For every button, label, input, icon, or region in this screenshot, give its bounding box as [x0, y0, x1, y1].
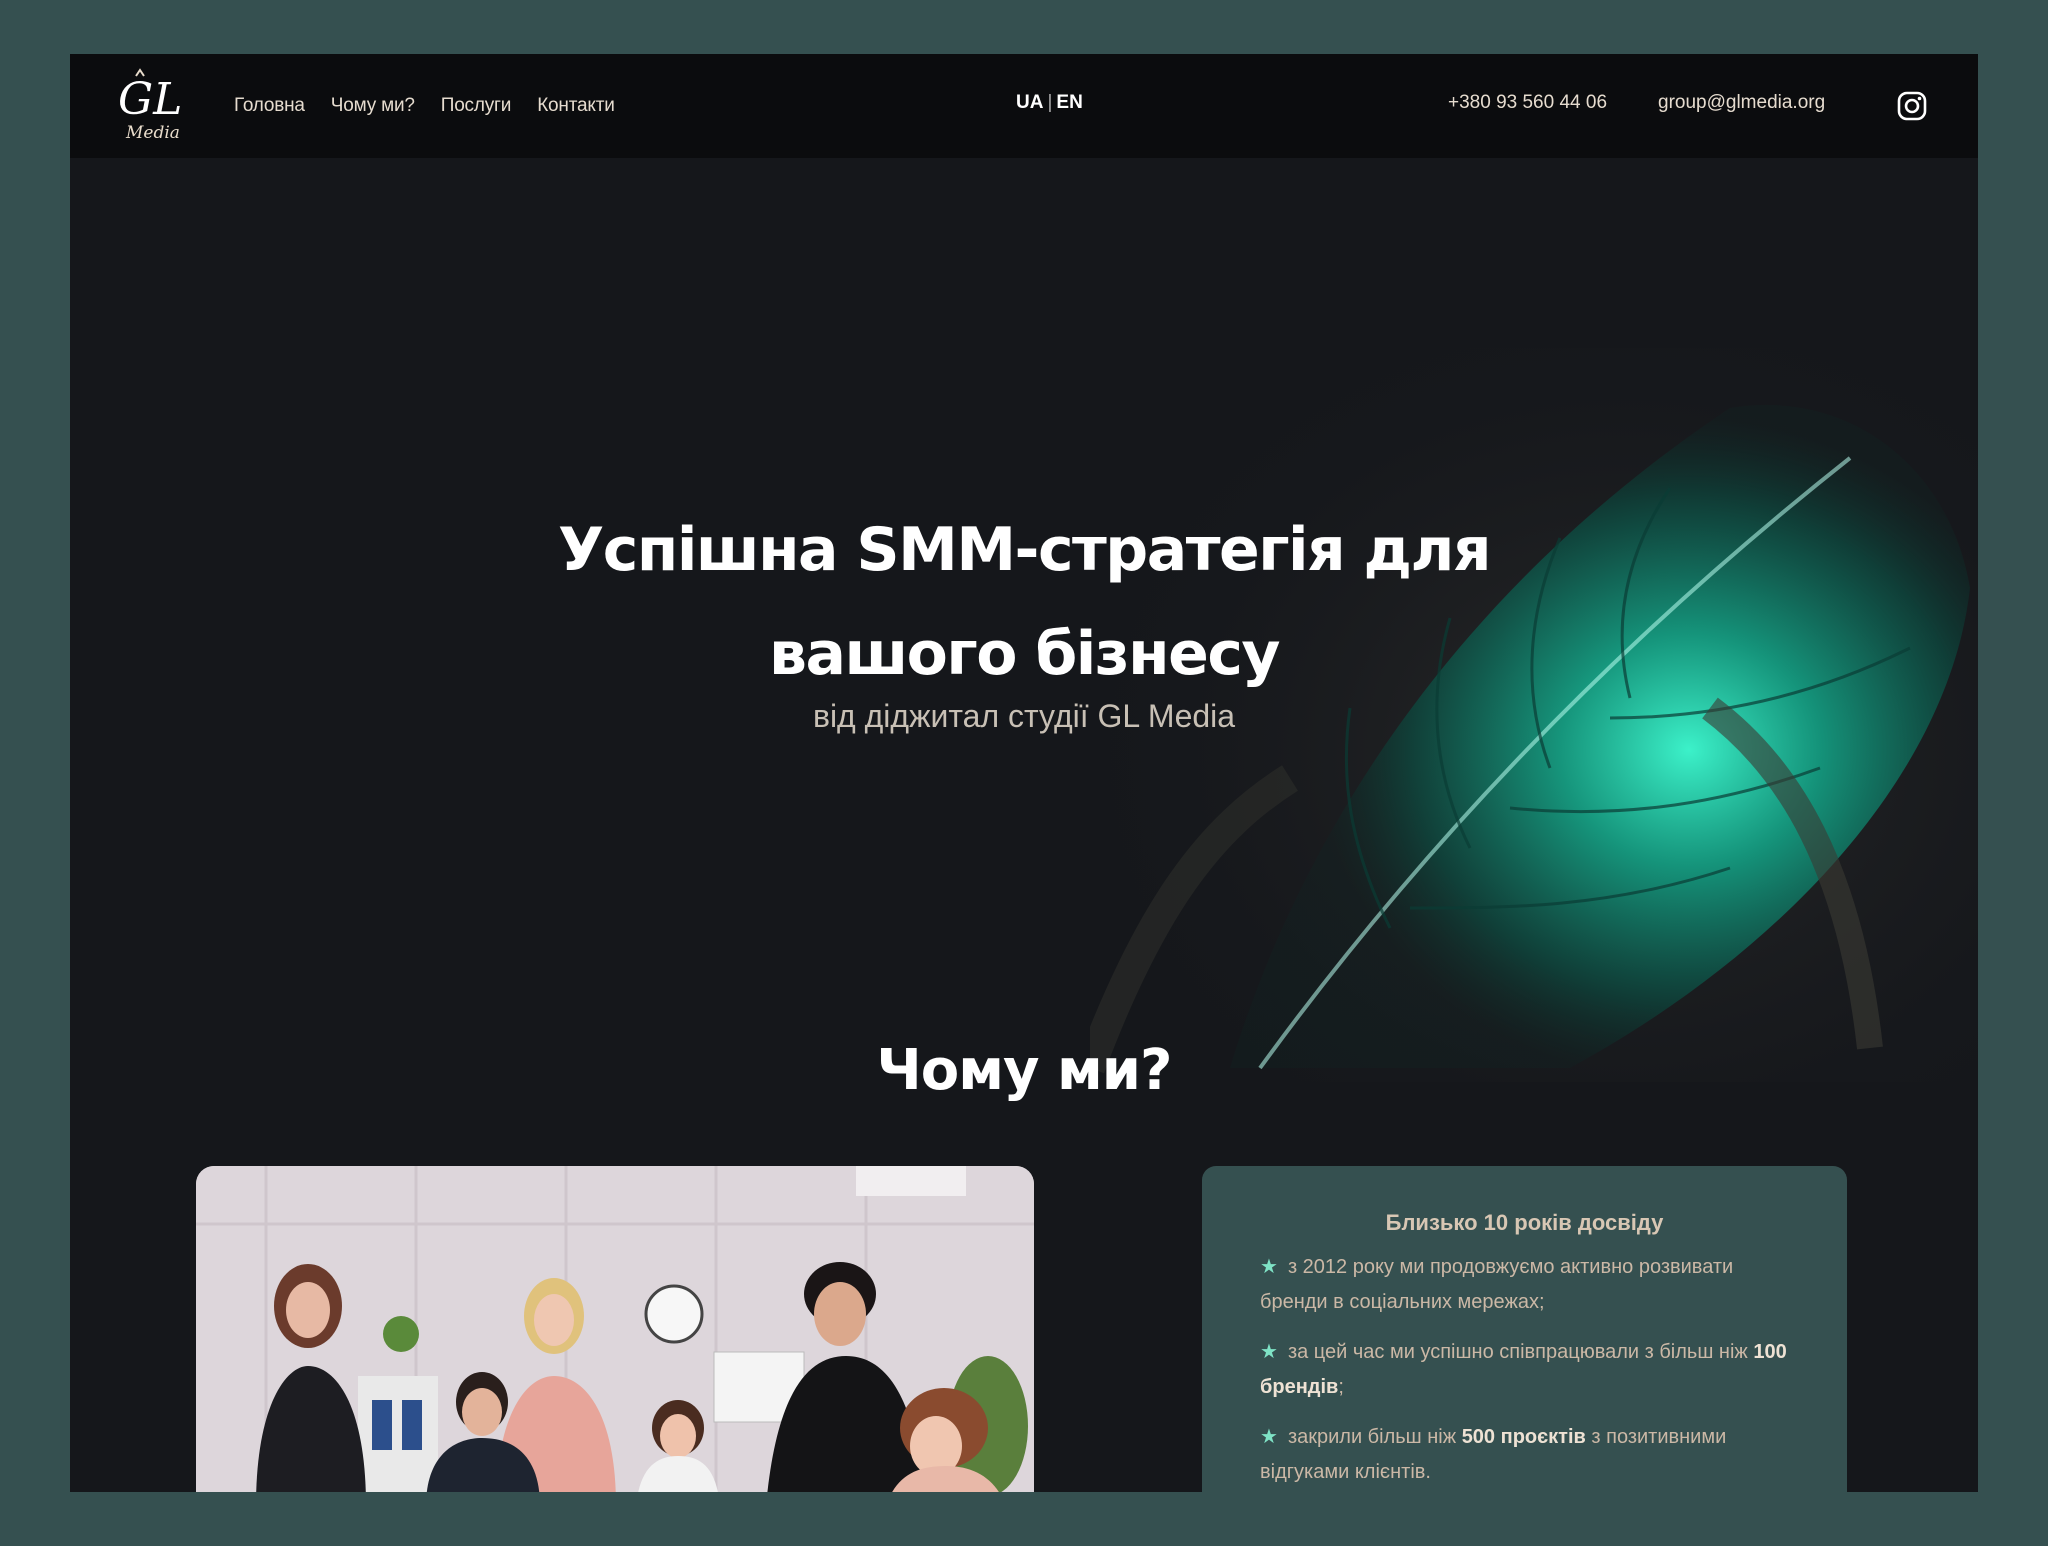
star-icon: ★ [1260, 1426, 1278, 1448]
experience-item-text: закрили більш ніж [1287, 1426, 1462, 1448]
main-nav: Головна Чому ми? Послуги Контакти [234, 90, 615, 122]
language-switcher: UA | EN [1016, 92, 1106, 114]
experience-card: Близько 10 років досвіду ★ з 2012 року ми… [1202, 1166, 1847, 1492]
experience-item: ★ за цей час ми успішно співпрацювали з б… [1260, 1335, 1789, 1405]
team-photo [196, 1166, 1034, 1492]
lang-separator: | [1047, 92, 1053, 113]
experience-item-highlight: 500 проєктів [1461, 1426, 1586, 1448]
hero-title-line-2: вашого бізнесу [768, 619, 1281, 689]
email-link[interactable]: group@glmedia.org [1658, 92, 1825, 114]
why-us-title: Чому ми? [876, 1038, 1173, 1103]
logo-text: GL [118, 74, 182, 125]
nav-services[interactable]: Послуги [441, 95, 512, 117]
star-icon: ★ [1260, 1341, 1278, 1363]
hero-title-line-1: Успішна SMM-стратегія для [558, 515, 1491, 585]
experience-item-text: з 2012 року ми продовжуємо активно розви… [1260, 1256, 1734, 1313]
experience-item-text: ; [1338, 1376, 1344, 1398]
experience-item-text: за цей час ми успішно співпрацювали з бі… [1287, 1341, 1754, 1363]
star-icon: ★ [1260, 1256, 1278, 1278]
nav-contacts[interactable]: Контакти [537, 95, 615, 117]
hero-section: Успішна SMM-стратегія для вашого бізнесу… [70, 158, 1978, 1082]
logo-sub: Media [125, 123, 180, 143]
experience-item: ★ з 2012 року ми продовжуємо активно розв… [1260, 1250, 1789, 1320]
hero-subtitle: від діджитал студії GL Media [812, 698, 1236, 734]
nav-home[interactable]: Головна [234, 95, 305, 117]
site-header: GL Media Головна Чому ми? Послуги Контак… [70, 54, 1978, 158]
browser-viewport: GL Media Головна Чому ми? Послуги Контак… [70, 54, 1978, 1492]
hero-title: Успішна SMM-стратегія для вашого бізнесу [70, 498, 1978, 706]
experience-item: ★ закрили більш ніж 500 проєктів з позити… [1260, 1420, 1789, 1490]
gl-media-logo[interactable]: GL Media [114, 68, 196, 144]
phone-link[interactable]: +380 93 560 44 06 [1448, 92, 1607, 114]
experience-card-title: Близько 10 років досвіду [1385, 1210, 1664, 1235]
lang-en[interactable]: EN [1056, 92, 1082, 114]
lang-ua[interactable]: UA [1016, 92, 1043, 114]
nav-why-us[interactable]: Чому ми? [331, 95, 415, 117]
instagram-icon[interactable] [1896, 90, 1928, 122]
